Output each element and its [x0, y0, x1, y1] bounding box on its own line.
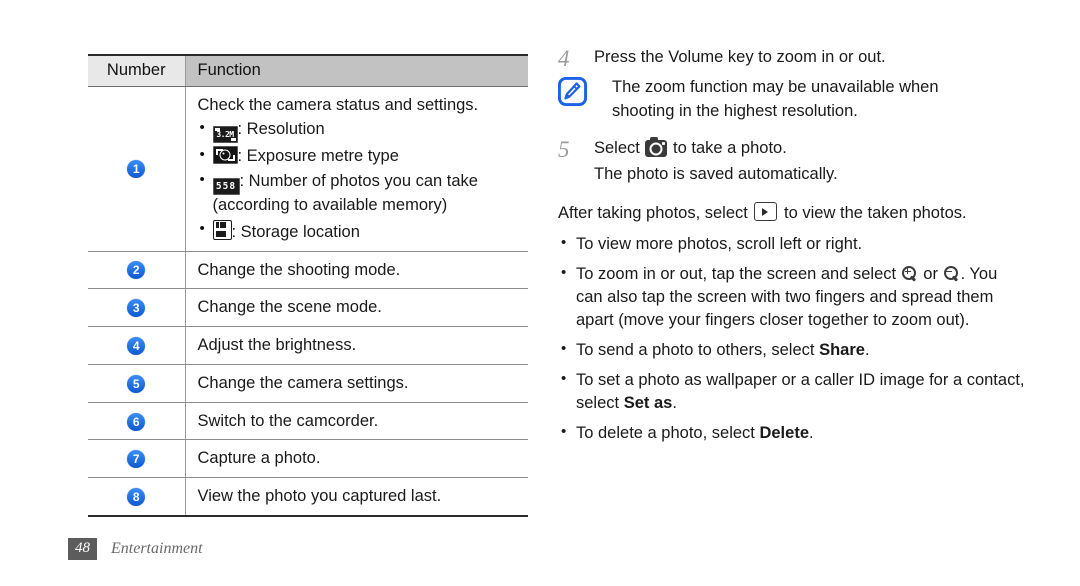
- row-function-cell: Adjust the brightness.: [185, 326, 528, 365]
- table-header-row: Number Function: [88, 54, 528, 87]
- table-row: 3 Change the scene mode.: [88, 288, 528, 328]
- photo-count-icon: 558: [212, 178, 240, 196]
- instructions-column: 4 Press the Volume key to zoom in or out…: [558, 46, 1026, 445]
- step-text: Press the Volume key to zoom in or out.: [594, 48, 886, 66]
- paragraph-text-after: to view the taken photos.: [784, 204, 967, 223]
- cell-heading: Check the camera status and settings.: [197, 96, 479, 114]
- share-keyword: Share: [819, 340, 865, 359]
- exposure-metre-icon: [212, 146, 238, 165]
- step-text-before: Select: [594, 139, 640, 158]
- list-item-delete: To delete a photo, select Delete.: [558, 421, 1026, 445]
- setas-text-after: .: [672, 394, 677, 413]
- row-number-cell: 7: [88, 439, 186, 479]
- number-badge-2: 2: [127, 261, 146, 280]
- note-line-2: shooting in the highest resolution.: [612, 101, 858, 120]
- delete-text-after: .: [809, 424, 814, 443]
- list-item-label: To view more photos, scroll left or righ…: [576, 234, 863, 253]
- note-line-1: The zoom function may be unavailable whe…: [612, 78, 939, 97]
- column-header-function: Function: [185, 54, 528, 87]
- tips-list: To view more photos, scroll left or righ…: [558, 232, 1026, 446]
- table-row: 1 Check the camera status and settings. …: [88, 86, 529, 252]
- magnifier-minus-icon: [943, 265, 960, 282]
- table-row: 7 Capture a photo.: [88, 439, 528, 479]
- list-item-set-as: To set a photo as wallpaper or a caller …: [558, 368, 1026, 415]
- storage-location-icon: [212, 219, 232, 240]
- list-item: 3.2M: Resolution: [198, 118, 529, 144]
- list-item: : Exposure metre type: [198, 145, 529, 168]
- note-pencil-icon: [558, 77, 587, 107]
- list-item-zoom: To zoom in or out, tap the screen and se…: [558, 262, 1026, 332]
- list-item-label: : Storage location: [231, 222, 360, 241]
- table-row: 8 View the photo you captured last.: [88, 477, 528, 517]
- row-number-cell: 2: [88, 251, 186, 290]
- page-footer: 48 Entertainment: [68, 538, 203, 560]
- number-badge-8: 8: [127, 488, 146, 507]
- table-row: 6 Switch to the camcorder.: [88, 402, 528, 441]
- delete-text-before: To delete a photo, select: [576, 424, 755, 443]
- chapter-name: Entertainment: [111, 539, 203, 557]
- row-function-cell: View the photo you captured last.: [185, 477, 528, 517]
- delete-keyword: Delete: [759, 424, 809, 443]
- table-row: 2 Change the shooting mode.: [88, 251, 528, 290]
- number-badge-6: 6: [127, 412, 146, 431]
- row-function-cell: Switch to the camcorder.: [185, 402, 528, 441]
- after-taking-photos-paragraph: After taking photos, select to view the …: [558, 202, 1026, 225]
- function-table: Number Function 1 Check the camera statu…: [88, 54, 528, 517]
- step-5-subtext: The photo is saved automatically.: [594, 164, 838, 183]
- zoom-text-middle: or: [923, 264, 938, 283]
- row-function-cell: Capture a photo.: [185, 439, 528, 479]
- row-function-cell: Check the camera status and settings. 3.…: [185, 86, 529, 252]
- number-badge-1: 1: [127, 160, 146, 179]
- page-number: 48: [68, 538, 97, 560]
- row-number-cell: 8: [88, 477, 186, 517]
- table-row: 5 Change the camera settings.: [88, 364, 528, 403]
- setas-keyword: Set as: [623, 394, 673, 413]
- step-number: 5: [558, 137, 570, 163]
- list-item-scroll: To view more photos, scroll left or righ…: [558, 232, 1026, 256]
- row-function-cell: Change the shooting mode.: [185, 251, 528, 290]
- row-number-cell: 6: [88, 402, 186, 441]
- share-text-before: To send a photo to others, select: [576, 340, 815, 359]
- number-badge-3: 3: [127, 299, 146, 318]
- number-badge-5: 5: [127, 374, 146, 393]
- row-number-cell: 3: [88, 288, 186, 328]
- row-number-cell: 5: [88, 364, 186, 403]
- number-badge-4: 4: [127, 336, 146, 355]
- resolution-icon: 3.2M: [212, 126, 238, 144]
- table-row: 4 Adjust the brightness.: [88, 326, 528, 365]
- step-text-after: to take a photo.: [673, 139, 787, 158]
- magnifier-plus-icon: [901, 265, 918, 282]
- step-number: 4: [558, 46, 570, 71]
- function-table-container: Number Function 1 Check the camera statu…: [88, 54, 528, 517]
- number-badge-7: 7: [127, 450, 146, 469]
- play-arrow-icon: [754, 202, 778, 222]
- list-item-label: : Resolution: [237, 120, 325, 139]
- step-4: 4 Press the Volume key to zoom in or out…: [558, 46, 1026, 71]
- list-item: : Storage location: [198, 219, 529, 244]
- row-function-cell: Change the camera settings.: [185, 364, 528, 403]
- note-block: The zoom function may be unavailable whe…: [558, 76, 1026, 123]
- share-text-after: .: [864, 340, 870, 359]
- camera-icon: [645, 136, 668, 158]
- list-item: 558: Number of photos you can take (acco…: [198, 170, 529, 217]
- list-item-label: : Exposure metre type: [237, 147, 399, 166]
- row-function-cell: Change the scene mode.: [185, 288, 528, 328]
- list-item-share: To send a photo to others, select Share.: [558, 338, 1026, 362]
- zoom-text-before: To zoom in or out, tap the screen and se…: [576, 264, 897, 283]
- step-5: 5 Select to take a photo.: [558, 136, 1026, 162]
- row-number-cell: 4: [88, 326, 186, 365]
- row-number-cell: 1: [88, 86, 186, 252]
- column-header-number: Number: [88, 54, 186, 87]
- status-icon-list: 3.2M: Resolution : Exposure metre type 5…: [198, 118, 529, 244]
- paragraph-text-before: After taking photos, select: [558, 204, 748, 223]
- list-item-label: : Number of photos you can take (accordi…: [212, 172, 478, 215]
